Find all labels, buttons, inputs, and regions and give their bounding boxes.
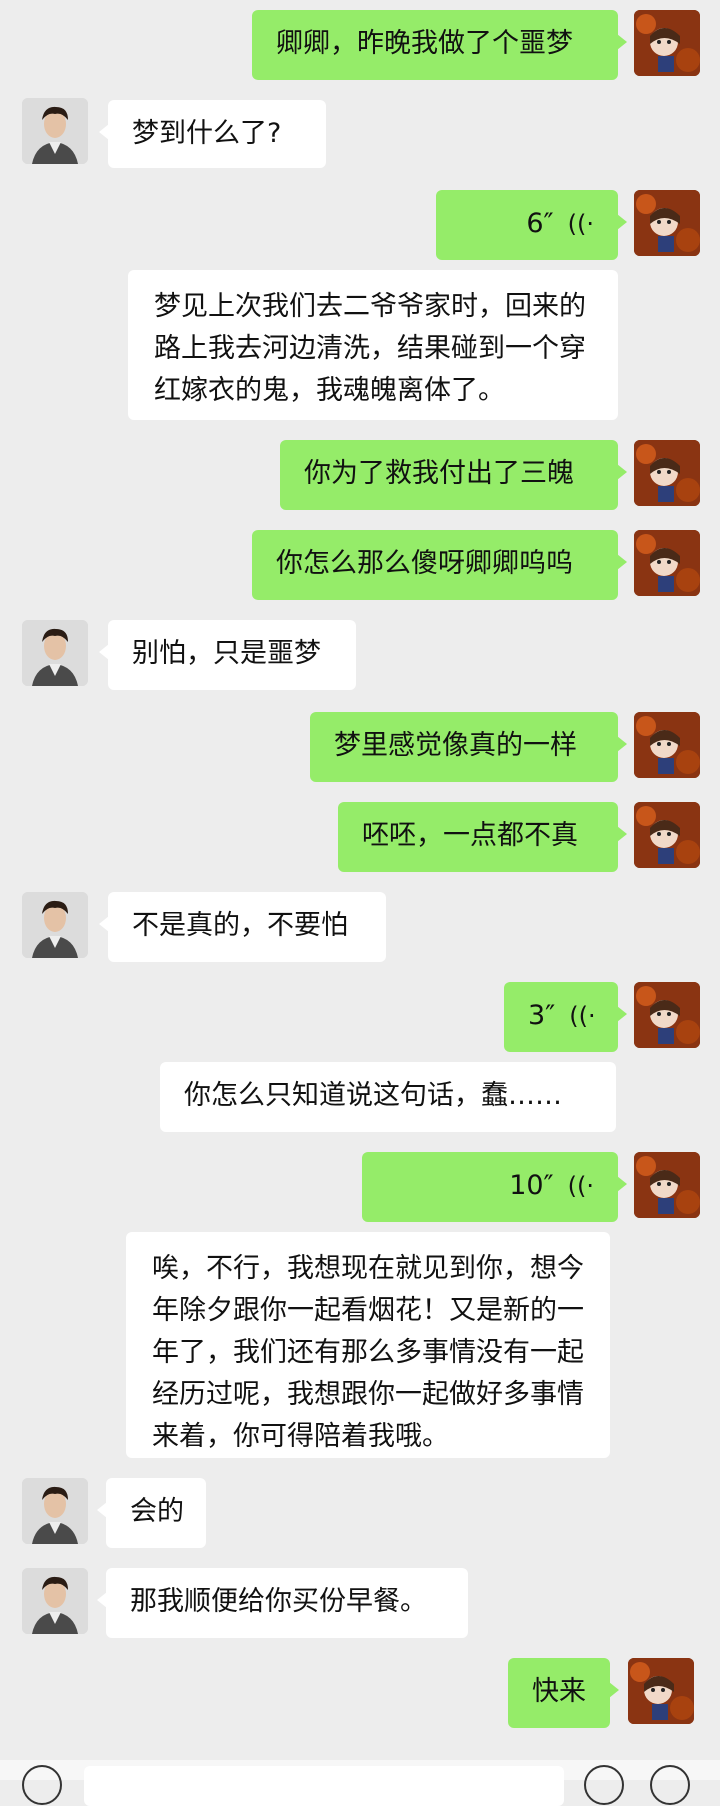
voice-wave-icon: ((·	[567, 210, 594, 238]
message-text: 你为了救我付出了三魄	[304, 458, 574, 489]
sent-message-bubble[interactable]: 卿卿，昨晚我做了个噩梦	[252, 10, 627, 80]
message-text: 呸呸，一点都不真	[362, 820, 578, 851]
emoji-icon[interactable]	[584, 1765, 624, 1805]
girl-avatar[interactable]	[634, 10, 700, 76]
girl-avatar[interactable]	[628, 1658, 694, 1724]
voice-message-bubble[interactable]: 10″ ((·	[362, 1152, 627, 1222]
sent-message-bubble[interactable]: 你怎么那么傻呀卿卿呜呜	[252, 530, 627, 600]
boy-avatar[interactable]	[22, 98, 88, 164]
received-message-bubble[interactable]: 会的	[97, 1478, 206, 1548]
voice-wave-icon: ((·	[569, 1002, 596, 1030]
girl-avatar[interactable]	[634, 712, 700, 778]
boy-avatar[interactable]	[22, 1568, 88, 1634]
message-text: 梦到什么了?	[132, 118, 282, 149]
boy-avatar[interactable]	[22, 620, 88, 686]
girl-avatar[interactable]	[634, 190, 700, 256]
sent-message-bubble[interactable]: 呸呸，一点都不真	[338, 802, 627, 872]
message-text: 会的	[130, 1496, 184, 1527]
received-message-bubble[interactable]: 唉，不行，我想现在就见到你，想今年除夕跟你一起看烟花！又是新的一年了，我们还有那…	[126, 1232, 610, 1458]
voice-duration: 6″	[526, 208, 554, 239]
message-text: 梦里感觉像真的一样	[334, 730, 577, 761]
message-text: 卿卿，昨晚我做了个噩梦	[276, 28, 573, 59]
received-message-bubble[interactable]: 那我顺便给你买份早餐。	[97, 1568, 468, 1638]
sent-message-bubble[interactable]: 快来	[508, 1658, 619, 1728]
girl-avatar[interactable]	[634, 440, 700, 506]
message-text: 唉，不行，我想现在就见到你，想今年除夕跟你一起看烟花！又是新的一年了，我们还有那…	[152, 1253, 584, 1452]
boy-avatar[interactable]	[22, 892, 88, 958]
message-text: 别怕，只是噩梦	[132, 638, 321, 669]
boy-avatar[interactable]	[22, 1478, 88, 1544]
voice-toggle-icon[interactable]	[22, 1765, 62, 1805]
received-message-bubble[interactable]: 别怕，只是噩梦	[99, 620, 356, 690]
message-input[interactable]	[84, 1766, 564, 1806]
received-message-bubble[interactable]: 你怎么只知道说这句话，蠢……	[160, 1062, 616, 1132]
voice-message-bubble[interactable]: 6″ ((·	[436, 190, 627, 260]
message-text: 不是真的，不要怕	[132, 910, 348, 941]
plus-icon[interactable]	[650, 1765, 690, 1805]
voice-message-bubble[interactable]: 3″ ((·	[504, 982, 627, 1052]
message-text: 你怎么那么傻呀卿卿呜呜	[276, 548, 573, 579]
message-text: 那我顺便给你买份早餐。	[130, 1586, 427, 1617]
voice-duration: 3″	[528, 1000, 556, 1031]
message-text: 你怎么只知道说这句话，蠢……	[184, 1080, 562, 1111]
received-message-bubble[interactable]: 不是真的，不要怕	[99, 892, 386, 962]
sent-message-bubble[interactable]: 梦里感觉像真的一样	[310, 712, 627, 782]
girl-avatar[interactable]	[634, 1152, 700, 1218]
voice-wave-icon: ((·	[567, 1172, 594, 1200]
girl-avatar[interactable]	[634, 982, 700, 1048]
sent-message-bubble[interactable]: 你为了救我付出了三魄	[280, 440, 627, 510]
received-message-bubble[interactable]: 梦到什么了?	[99, 100, 326, 168]
received-message-bubble[interactable]: 梦见上次我们去二爷爷家时，回来的路上我去河边清洗，结果碰到一个穿红嫁衣的鬼，我魂…	[128, 270, 618, 420]
girl-avatar[interactable]	[634, 530, 700, 596]
girl-avatar[interactable]	[634, 802, 700, 868]
voice-duration: 10″	[509, 1170, 554, 1201]
input-bar	[0, 1760, 720, 1806]
message-text: 梦见上次我们去二爷爷家时，回来的路上我去河边清洗，结果碰到一个穿红嫁衣的鬼，我魂…	[154, 291, 586, 406]
message-text: 快来	[532, 1676, 586, 1707]
